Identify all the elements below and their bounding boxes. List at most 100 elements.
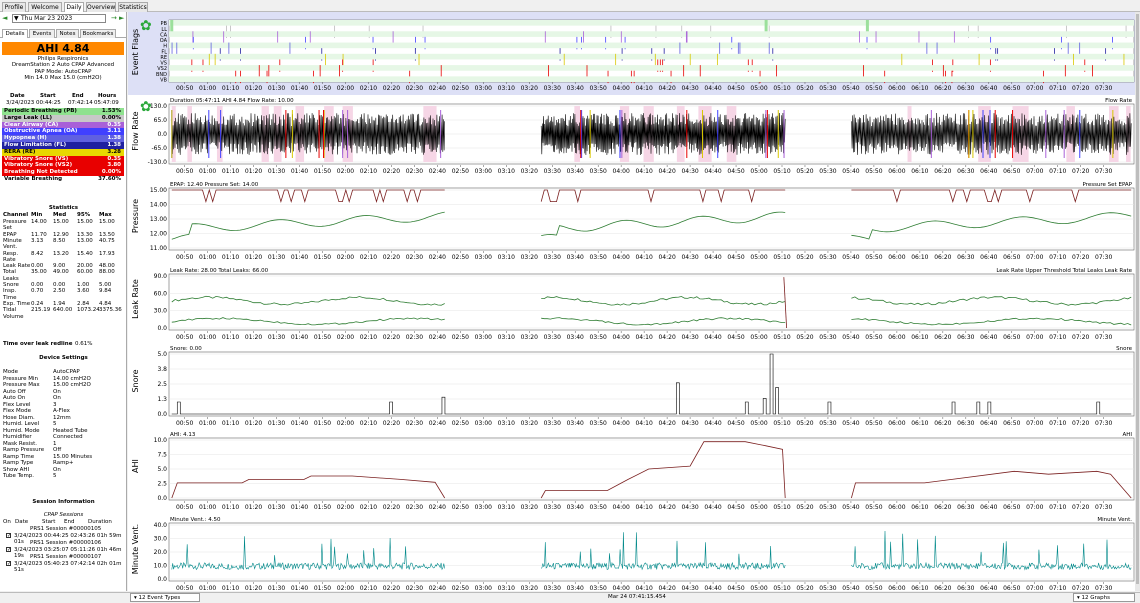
- time-label: 01:50: [314, 585, 331, 591]
- time-label: 03:10: [498, 334, 515, 341]
- setting-label: Ramp Pressure: [3, 447, 45, 453]
- prev-day-icon[interactable]: ◄: [2, 14, 7, 22]
- time-label: 03:00: [475, 254, 492, 261]
- time-label: 03:50: [590, 585, 607, 591]
- graphs-dropdown[interactable]: ▾ 12 Graphs: [1073, 593, 1135, 602]
- tab-statistics[interactable]: Statistics: [118, 2, 148, 12]
- stats-cell: 0.70: [31, 288, 44, 295]
- time-label: 04:30: [681, 504, 698, 511]
- stats-cell: 49.00: [53, 269, 69, 276]
- device-setting-row: Ramp Pressure Off: [3, 447, 125, 453]
- time-label: 04:40: [704, 254, 721, 261]
- time-label: 04:50: [727, 254, 744, 261]
- session-col-header: On: [3, 519, 11, 525]
- time-label: 02:20: [383, 585, 400, 591]
- pin-graph-icon[interactable]: ✿: [140, 99, 152, 115]
- time-label: 00:50: [176, 585, 193, 591]
- y-tick-label: 14.00: [150, 202, 167, 209]
- time-label: 03:30: [544, 85, 561, 92]
- session-header-cell: Hours: [98, 93, 117, 99]
- device-setting-row: Flex Mode A-Flex: [3, 408, 125, 414]
- stats-cell: EPAP: [3, 231, 17, 238]
- time-label: 07:10: [1049, 334, 1066, 341]
- stats-cell: 15.40: [77, 250, 93, 257]
- time-label: 02:50: [452, 585, 469, 591]
- stats-header-cell: Channel: [3, 212, 29, 218]
- time-label: 04:00: [613, 254, 630, 261]
- time-label: 01:00: [199, 585, 216, 591]
- tab-daily[interactable]: Daily: [64, 2, 84, 12]
- time-label: 06:30: [957, 504, 974, 511]
- pin-graph-icon[interactable]: ✿: [140, 18, 152, 34]
- time-label: 02:00: [337, 420, 354, 427]
- session-name: PRS1 Session #00000106: [30, 540, 102, 546]
- time-label: 06:20: [934, 168, 951, 175]
- stats-cell: 2.50: [53, 288, 66, 295]
- time-label: 01:50: [314, 254, 331, 261]
- stats-cell: 40.75: [99, 237, 115, 244]
- left-tab-bookmarks[interactable]: Bookmarks: [80, 29, 116, 38]
- time-label: 05:40: [842, 85, 859, 92]
- time-label: 01:10: [222, 334, 239, 341]
- y-tick-label: -65.0: [151, 145, 167, 152]
- session-checkbox[interactable]: ✓: [6, 533, 11, 539]
- time-label: 01:20: [245, 420, 262, 427]
- graphs-label: 12 Graphs: [1081, 595, 1110, 601]
- session-col-header: End: [64, 519, 75, 525]
- time-label: 01:20: [245, 85, 262, 92]
- session-row[interactable]: 3/24/2023 05:40:23 07:42:14 02h 01m 51s: [14, 561, 126, 573]
- time-label: 06:30: [957, 254, 974, 261]
- left-tab-events[interactable]: Events: [29, 29, 55, 38]
- time-label: 03:50: [590, 168, 607, 175]
- scrollbar-thumb[interactable]: [1136, 14, 1139, 584]
- stats-cell: Pressure: [3, 219, 27, 225]
- tab-overview[interactable]: Overview: [86, 2, 116, 12]
- setting-label: Flex Mode: [3, 408, 31, 414]
- session-value-cell: 05:47:09: [94, 100, 119, 106]
- session-checkbox[interactable]: ✓: [6, 561, 11, 567]
- tab-welcome[interactable]: Welcome: [28, 2, 62, 12]
- time-label: 05:20: [796, 85, 813, 92]
- left-tab-details[interactable]: Details: [2, 29, 28, 38]
- date-picker[interactable]: ▼ Thu Mar 23 2023: [12, 14, 106, 23]
- next-day-icon[interactable]: ►: [119, 14, 124, 22]
- stats-header-cell: Max: [99, 212, 112, 218]
- time-label: 07:10: [1049, 420, 1066, 427]
- time-label: 02:20: [383, 504, 400, 511]
- session-name: PRS1 Session #00000105: [30, 526, 102, 532]
- jump-forward-icon[interactable]: →: [111, 14, 117, 22]
- index-row: Variable Breathing 37.60%: [2, 176, 124, 183]
- time-label: 01:20: [245, 585, 262, 591]
- time-label: 06:50: [1003, 334, 1020, 341]
- time-label: 03:10: [498, 168, 515, 175]
- session-checkbox[interactable]: ✓: [6, 547, 11, 553]
- session-col-header: Date: [15, 519, 29, 525]
- time-label: 05:40: [842, 585, 859, 591]
- stats-cell: 1.00: [77, 282, 90, 288]
- graph-header: Minute Vent.: 4.50: [170, 517, 221, 523]
- time-label: 06:30: [957, 334, 974, 341]
- stats-cell: Vent.: [3, 244, 18, 251]
- graph-header: Snore: 0.00: [170, 346, 202, 352]
- stats-cell: 640.00: [53, 307, 73, 314]
- stats-cell: Leaks: [3, 275, 19, 282]
- tab-profile[interactable]: Profile: [2, 2, 26, 12]
- time-label: 06:40: [980, 420, 997, 427]
- time-label: 05:10: [773, 334, 790, 341]
- time-label: 02:50: [452, 334, 469, 341]
- time-label: 06:50: [1003, 168, 1020, 175]
- graph-title: Event Flags: [131, 29, 140, 75]
- graph-legend: Leak Rate Upper Threshold Total Leaks Le…: [996, 268, 1132, 274]
- event-types-dropdown[interactable]: ▾ 12 Event Types: [130, 593, 200, 602]
- y-tick-label: 5.0: [157, 466, 167, 473]
- time-label: 02:50: [452, 254, 469, 261]
- graph-legend: AHI: [1122, 432, 1132, 438]
- time-label: 04:00: [613, 585, 630, 591]
- time-label: 01:00: [199, 504, 216, 511]
- time-label: 07:10: [1049, 585, 1066, 591]
- time-label: 05:50: [865, 420, 882, 427]
- left-tab-notes[interactable]: Notes: [56, 29, 79, 38]
- index-label: Flow Limitation (FL): [4, 142, 67, 148]
- stats-cell: 1.94: [53, 300, 66, 307]
- time-label: 02:20: [383, 85, 400, 92]
